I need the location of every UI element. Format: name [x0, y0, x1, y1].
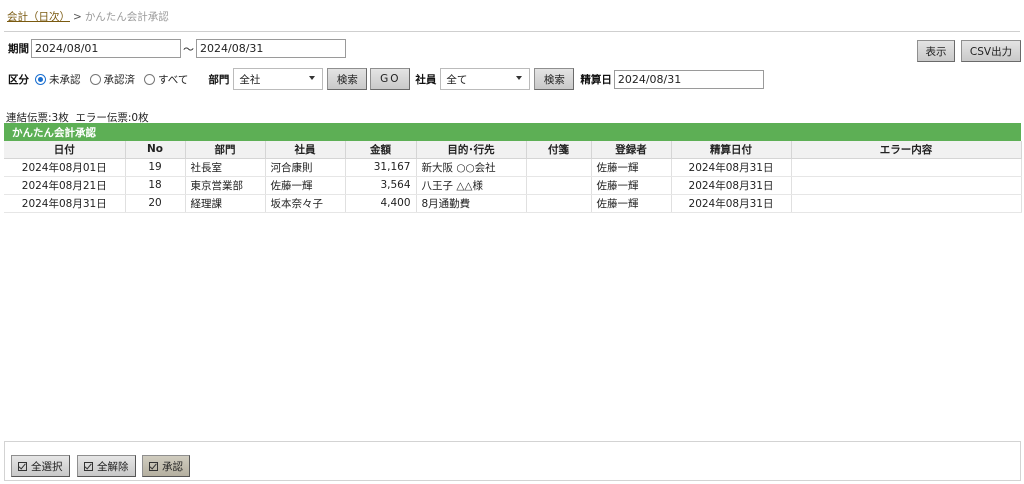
checkbox-icon	[18, 461, 27, 471]
cell-dept: 東京営業部	[185, 176, 266, 195]
select-all-label: 全選択	[31, 460, 63, 473]
cell-registrant: 佐藤一輝	[591, 158, 672, 177]
cell-purpose: 八王子 △△様	[416, 176, 527, 195]
cell-employee: 佐藤一輝	[265, 176, 346, 195]
employee-select-value: 全て	[446, 74, 468, 86]
dept-select[interactable]: 全社	[233, 68, 324, 90]
period-to-input[interactable]	[196, 39, 346, 58]
approval-grid: かんたん会計承認 日付 No 部門 社員 金額 目的･行先 付箋 登録者 精算日…	[4, 123, 1022, 213]
cell-amount: 31,167	[345, 158, 417, 177]
display-button[interactable]: 表示	[917, 40, 955, 62]
cell-tag	[526, 176, 592, 195]
filter-row: 区分 未承認 承認済 すべて 部門 全社 検索 GO 社員 全て 検索 精算日	[8, 68, 764, 90]
radio-unapproved[interactable]: 未承認	[35, 72, 81, 87]
settle-date-label: 精算日	[580, 73, 612, 86]
employee-select-chevron-icon	[516, 76, 523, 80]
radio-approved-indicator[interactable]	[89, 73, 101, 85]
checkbox-icon	[84, 461, 93, 471]
cell-purpose: 8月通勤費	[416, 194, 527, 213]
radio-all[interactable]: すべて	[144, 72, 188, 87]
period-tilde: ～	[183, 42, 194, 56]
cell-date: 2024年08月01日	[4, 158, 126, 177]
bottom-action-bar: 全選択 全解除 承認	[4, 441, 1021, 481]
employee-label: 社員	[415, 73, 437, 86]
cell-settle-date: 2024年08月31日	[671, 176, 792, 195]
cell-error	[791, 158, 1022, 177]
cell-date: 2024年08月21日	[4, 176, 126, 195]
col-settle-date[interactable]: 精算日付	[671, 141, 792, 159]
col-dept[interactable]: 部門	[185, 141, 266, 159]
cell-dept: 経理課	[185, 194, 266, 213]
radio-all-indicator[interactable]	[144, 73, 155, 85]
approval-table: 日付 No 部門 社員 金額 目的･行先 付箋 登録者 精算日付 エラー内容 2…	[4, 141, 1022, 213]
cell-error	[791, 176, 1022, 195]
deselect-all-label: 全解除	[97, 460, 129, 473]
table-row[interactable]: 2024年08月31日 20 経理課 坂本奈々子 4,400 8月通勤費 佐藤一…	[4, 194, 1022, 213]
dept-label: 部門	[208, 73, 230, 86]
col-registrant[interactable]: 登録者	[591, 141, 672, 159]
csv-export-button[interactable]: CSV出力	[961, 40, 1021, 62]
col-tag[interactable]: 付箋	[526, 141, 592, 159]
radio-unapproved-indicator[interactable]	[35, 73, 46, 85]
radio-all-label: すべて	[158, 73, 189, 86]
cell-employee: 坂本奈々子	[265, 194, 346, 213]
cell-settle-date: 2024年08月31日	[671, 194, 792, 213]
breadcrumb-link-daily-accounting[interactable]: 会計（日次）	[7, 11, 70, 23]
cell-settle-date: 2024年08月31日	[671, 158, 792, 177]
table-header-row: 日付 No 部門 社員 金額 目的･行先 付箋 登録者 精算日付 エラー内容	[4, 141, 1022, 159]
approve-label: 承認	[162, 460, 183, 473]
col-error[interactable]: エラー内容	[791, 141, 1022, 159]
cell-date: 2024年08月31日	[4, 194, 126, 213]
col-purpose[interactable]: 目的･行先	[416, 141, 527, 159]
table-row[interactable]: 2024年08月21日 18 東京営業部 佐藤一輝 3,564 八王子 △△様 …	[4, 176, 1022, 195]
settle-date-input[interactable]	[613, 69, 764, 89]
cell-employee: 河合康則	[265, 158, 346, 177]
table-row[interactable]: 2024年08月01日 19 社長室 河合康則 31,167 新大阪 ○○会社 …	[4, 158, 1022, 177]
cell-no: 19	[125, 158, 186, 177]
col-no[interactable]: No	[125, 141, 186, 159]
approve-button[interactable]: 承認	[142, 455, 190, 477]
period-from-input[interactable]	[31, 39, 181, 58]
cell-no: 18	[125, 176, 186, 195]
period-row: 期間 ～	[8, 39, 346, 58]
select-all-button[interactable]: 全選択	[11, 455, 70, 477]
breadcrumb-separator: >	[73, 11, 82, 23]
deselect-all-button[interactable]: 全解除	[77, 455, 136, 477]
employee-search-button[interactable]: 検索	[534, 68, 575, 90]
cell-registrant: 佐藤一輝	[591, 194, 672, 213]
go-button[interactable]: GO	[370, 68, 411, 90]
col-amount[interactable]: 金額	[345, 141, 417, 159]
cell-no: 20	[125, 194, 186, 213]
radio-approved[interactable]: 承認済	[89, 72, 136, 87]
cell-tag	[526, 158, 592, 177]
radio-approved-label: 承認済	[103, 73, 136, 86]
dept-select-chevron-icon	[309, 76, 316, 80]
cell-purpose: 新大阪 ○○会社	[416, 158, 527, 177]
header-divider	[4, 31, 1020, 32]
checkbox-icon	[149, 461, 158, 471]
division-label: 区分	[8, 73, 29, 86]
dept-select-value: 全社	[239, 74, 261, 86]
cell-amount: 3,564	[345, 176, 417, 195]
cell-tag	[526, 194, 592, 213]
cell-error	[791, 194, 1022, 213]
dept-search-button[interactable]: 検索	[327, 68, 368, 90]
radio-unapproved-label: 未承認	[49, 73, 81, 86]
period-label: 期間	[8, 43, 29, 55]
employee-select[interactable]: 全て	[440, 68, 531, 90]
breadcrumb-current: かんたん会計承認	[84, 11, 169, 23]
col-date[interactable]: 日付	[4, 141, 126, 159]
breadcrumb: 会計（日次） > かんたん会計承認	[7, 9, 169, 24]
cell-dept: 社長室	[185, 158, 266, 177]
cell-registrant: 佐藤一輝	[591, 176, 672, 195]
col-employee[interactable]: 社員	[265, 141, 346, 159]
cell-amount: 4,400	[345, 194, 417, 213]
grid-title: かんたん会計承認	[4, 123, 1021, 141]
